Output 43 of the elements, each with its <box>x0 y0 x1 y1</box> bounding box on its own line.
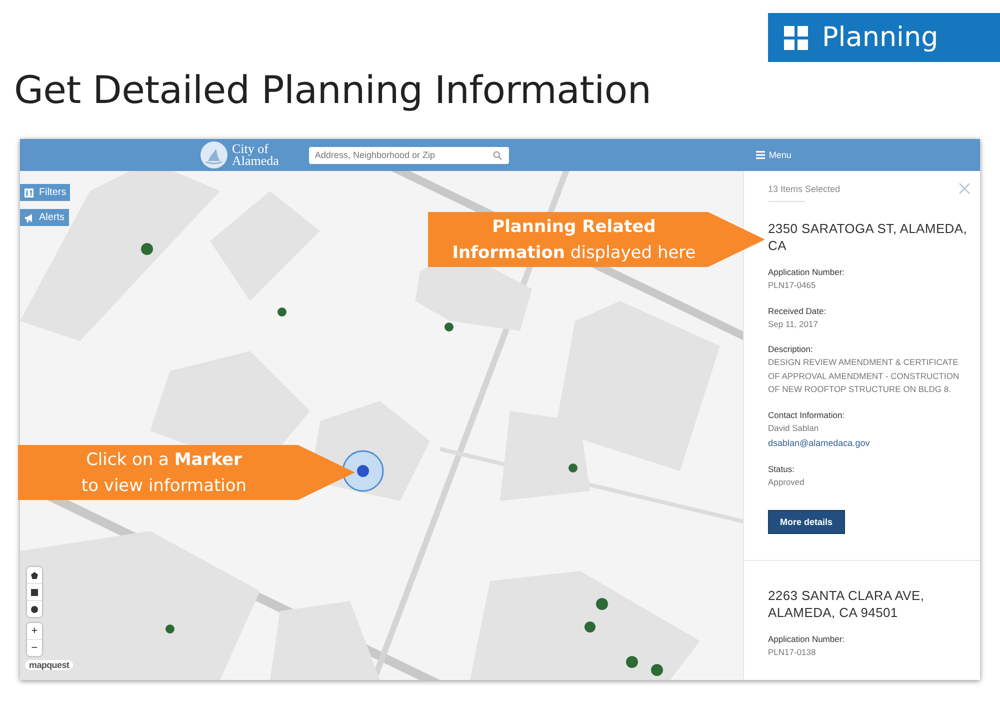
field-value: PLN17-0465 <box>768 279 817 292</box>
city-name: City of Alameda <box>232 143 279 167</box>
zoom-in-button[interactable]: + <box>27 623 42 640</box>
map-marker-icon[interactable] <box>444 322 454 332</box>
selection-count: 13 Items Selected <box>768 184 840 194</box>
field-label: Description: <box>768 343 814 356</box>
search-field[interactable]: Address, Neighborhood or Zip <box>308 146 509 164</box>
map-marker-icon[interactable] <box>596 598 608 610</box>
search-icon <box>492 150 502 160</box>
polygon-icon <box>31 572 38 578</box>
field-label: Status: <box>768 463 796 476</box>
field-label: Received Date: <box>768 304 828 318</box>
field-value: David Sablan <box>768 422 820 434</box>
map-marker-icon[interactable] <box>568 464 578 472</box>
field-label: Application Number: <box>768 632 846 646</box>
field-value: Sep 11, 2017 <box>768 318 819 331</box>
map-marker-icon[interactable] <box>166 624 174 634</box>
more-details-button[interactable]: More details <box>768 510 845 534</box>
field-label: Application Number: <box>768 266 846 279</box>
circle-icon <box>31 606 38 612</box>
city-seal-icon <box>200 141 228 169</box>
result-address: 2350 SARATOGA ST, ALAMEDA, CA <box>768 220 968 254</box>
slide-title: Get Detailed Planning Information <box>14 67 652 114</box>
map-attribution[interactable]: mapquest <box>25 660 74 670</box>
field-value: Approved <box>768 476 806 489</box>
field-value: DESIGN REVIEW AMENDMENT & CERTIFICATE OF APPROVAL AMENDMENT - CONSTRUCTION OF NEW ROOFTOP STRUCTURE ON BLDG 8. <box>768 356 960 396</box>
grid-icon <box>784 26 808 50</box>
map-marker-icon[interactable] <box>651 664 663 676</box>
map-marker-icon[interactable] <box>278 308 286 316</box>
map-marker-icon[interactable] <box>141 243 153 255</box>
megaphone-icon <box>24 212 34 222</box>
email-link[interactable]: dsablan@alamedaca.gov <box>768 435 970 451</box>
field-label: Contact Information: <box>768 408 846 422</box>
section-title: Planning <box>822 22 938 53</box>
selected-marker-icon[interactable] <box>342 450 384 492</box>
field-value: PLN17-0138 <box>768 646 817 658</box>
menu-icon <box>756 151 765 159</box>
square-icon <box>31 588 38 596</box>
sliders-icon <box>24 188 34 198</box>
map-marker-icon[interactable] <box>584 622 596 632</box>
zoom-out-button[interactable]: − <box>27 640 42 656</box>
map-marker-icon[interactable] <box>626 656 638 668</box>
result-address: 2263 SANTA CLARA AVE, ALAMEDA, CA 94501 <box>768 586 926 620</box>
